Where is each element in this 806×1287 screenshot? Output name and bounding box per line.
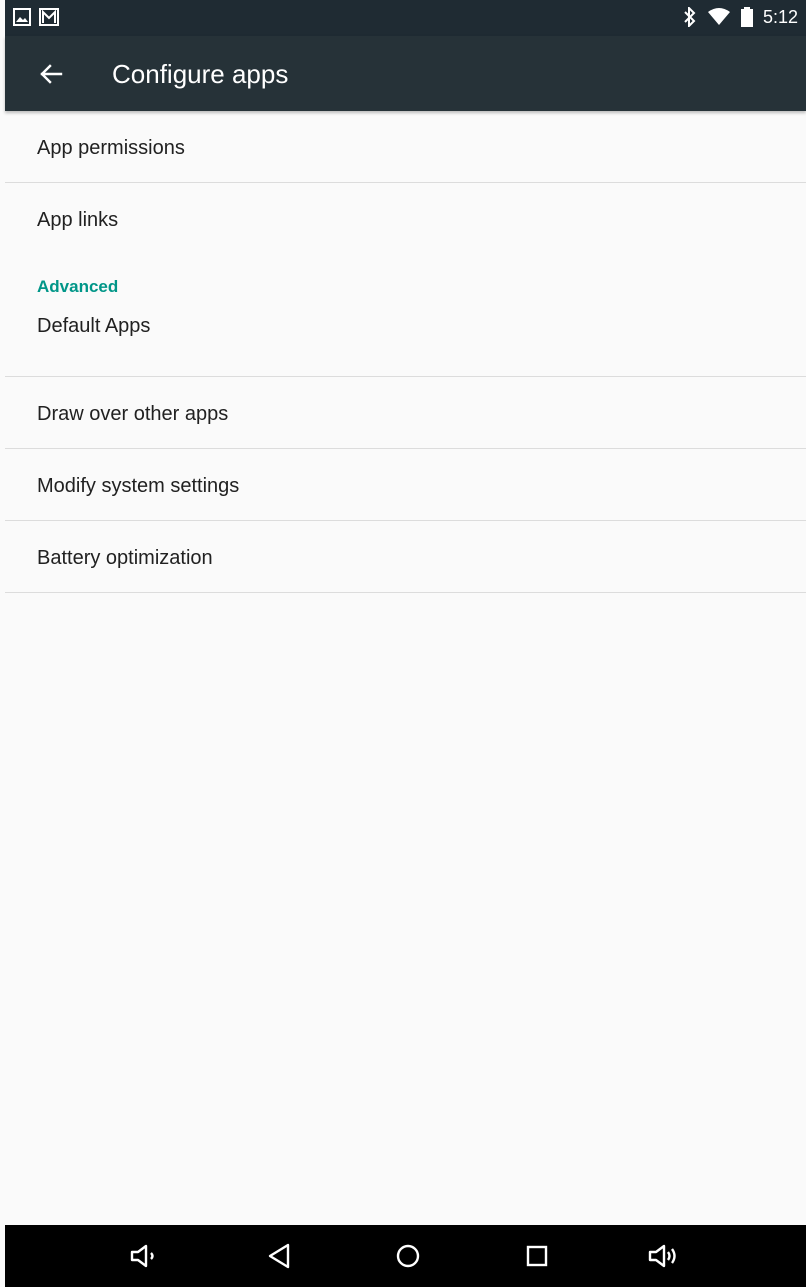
item-label: App links [37, 209, 119, 231]
back-button[interactable] [33, 56, 69, 92]
bluetooth-icon [684, 7, 696, 27]
app-bar: Configure apps [5, 36, 806, 111]
wifi-icon [707, 8, 730, 25]
volume-down-button[interactable] [129, 1240, 161, 1272]
image-icon [13, 8, 31, 26]
home-button[interactable] [392, 1240, 424, 1272]
item-label: Modify system settings [37, 475, 240, 497]
arrow-back-icon [40, 64, 63, 84]
item-label: App permissions [37, 137, 185, 159]
recents-button[interactable] [521, 1240, 553, 1272]
back-icon [268, 1243, 290, 1269]
notification-icons [13, 8, 59, 26]
advanced-section-header: Advanced [5, 255, 806, 303]
volume-up-icon [648, 1244, 676, 1268]
recents-icon [526, 1245, 548, 1267]
app-links-item[interactable]: App links [5, 183, 806, 255]
item-label: Battery optimization [37, 547, 213, 569]
page-title: Configure apps [112, 59, 289, 89]
back-nav-button[interactable] [264, 1240, 296, 1272]
settings-list: App permissions App links Advanced Defau… [5, 111, 806, 593]
volume-down-icon [130, 1244, 154, 1268]
item-label: Default Apps [37, 315, 151, 337]
screen: 5:12 Configure apps App permissions App … [0, 0, 806, 1287]
modify-system-settings-item[interactable]: Modify system settings [5, 449, 806, 521]
system-icons: 5:12 [683, 6, 798, 28]
draw-over-other-apps-item[interactable]: Draw over other apps [5, 377, 806, 449]
item-label: Draw over other apps [37, 403, 229, 425]
volume-up-button[interactable] [647, 1240, 679, 1272]
section-label: Advanced [37, 277, 119, 296]
status-bar: 5:12 [5, 0, 806, 36]
battery-optimization-item[interactable]: Battery optimization [5, 521, 806, 593]
navigation-bar [5, 1225, 806, 1287]
app-permissions-item[interactable]: App permissions [5, 111, 806, 183]
battery-icon [740, 7, 753, 27]
gmail-icon [39, 8, 59, 26]
home-icon [396, 1244, 420, 1268]
default-apps-item[interactable]: Default Apps [5, 303, 806, 377]
clock: 5:12 [762, 7, 798, 27]
